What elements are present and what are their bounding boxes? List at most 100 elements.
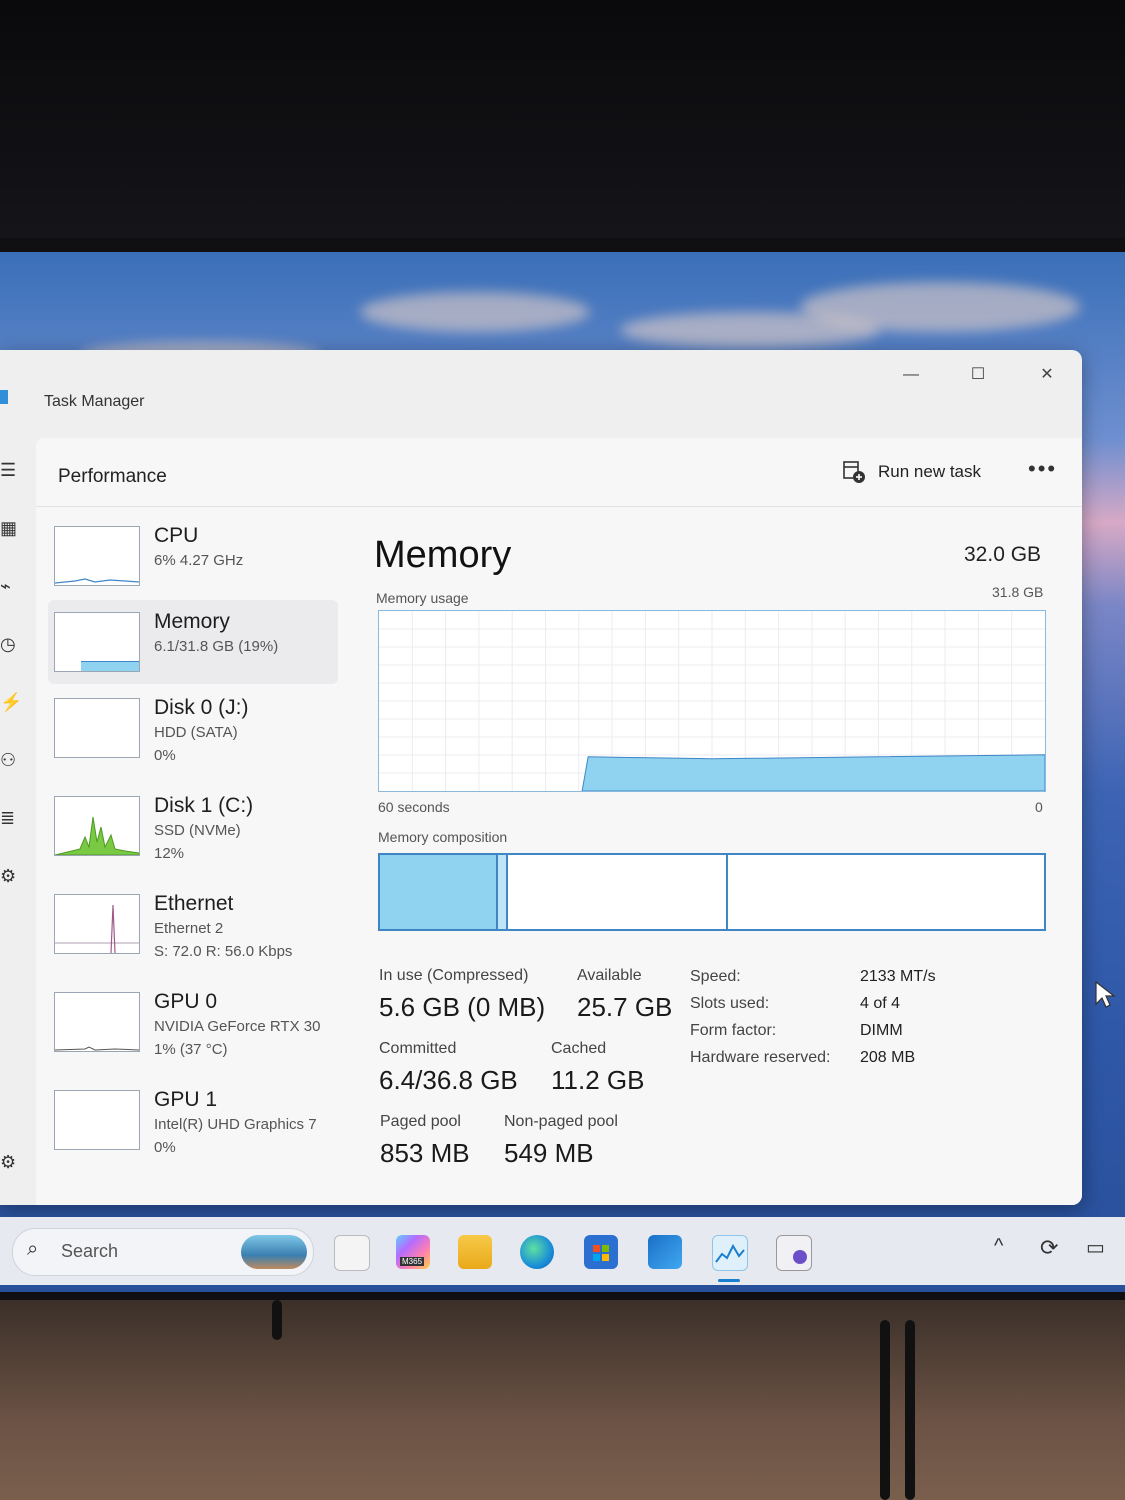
edge-browser-icon[interactable]	[520, 1235, 554, 1269]
microsoft-store-icon[interactable]	[584, 1235, 618, 1269]
header-divider	[36, 506, 1082, 507]
run-task-icon	[843, 461, 865, 483]
speed-label: Speed:	[690, 968, 741, 985]
in-use-value: 5.6 GB (0 MB)	[379, 992, 546, 1022]
device-item-gpu-0[interactable]: GPU 0 NVIDIA GeForce RTX 30 1% (37 °C)	[48, 980, 338, 1064]
device-item-memory[interactable]: Memory 6.1/31.8 GB (19%)	[48, 600, 338, 684]
slots-used-value: 4 of 4	[860, 995, 901, 1012]
device-detail: HDD (SATA)	[154, 724, 238, 741]
committed-value: 6.4/36.8 GB	[379, 1065, 518, 1095]
desktop-screen: Task Manager — ☐ ✕ ☰ ▦ ⌁ ◷ ⚡ ⚇ ≣ ⚙ ⚙ Per…	[0, 252, 1125, 1292]
microsoft-365-icon[interactable]: M365	[396, 1235, 430, 1269]
memory-usage-graph	[378, 610, 1046, 792]
app-history-icon[interactable]: ◷	[0, 634, 22, 656]
sync-icon[interactable]: ⟳	[1040, 1235, 1058, 1261]
device-detail: 6% 4.27 GHz	[154, 552, 244, 569]
memory-usage-area	[581, 754, 1046, 792]
memory-usage-svg	[379, 611, 1046, 792]
chevron-up-icon[interactable]: ^	[994, 1235, 1003, 1258]
committed-label: Committed	[379, 1040, 457, 1057]
composition-standby	[508, 855, 728, 929]
task-manager-taskbar-icon[interactable]	[712, 1235, 748, 1271]
memory-heading: Memory	[374, 534, 512, 576]
services-icon[interactable]: ⚙	[0, 866, 22, 888]
form-factor-value: DIMM	[860, 1022, 903, 1039]
memory-composition-bar	[378, 853, 1046, 931]
gpu0-thumbnail-graph	[54, 992, 140, 1052]
task-view-icon[interactable]	[334, 1235, 370, 1271]
installer-app-icon[interactable]	[776, 1235, 812, 1271]
device-usage: 0%	[154, 747, 176, 764]
graph-axis-right: 0	[1035, 799, 1043, 815]
hamburger-menu-icon[interactable]: ☰	[0, 460, 22, 482]
task-manager-window: Task Manager — ☐ ✕ ☰ ▦ ⌁ ◷ ⚡ ⚇ ≣ ⚙ ⚙ Per…	[0, 350, 1082, 1205]
device-detail: SSD (NVMe)	[154, 822, 241, 839]
cloud	[800, 282, 1080, 332]
startup-apps-icon[interactable]: ⚡	[0, 692, 22, 714]
device-name: Ethernet	[154, 892, 234, 915]
navigation-rail: ☰ ▦ ⌁ ◷ ⚡ ⚇ ≣ ⚙ ⚙	[0, 430, 34, 1205]
cpu-thumbnail-graph	[54, 526, 140, 586]
search-placeholder: Search	[61, 1241, 119, 1261]
performance-panel: Performance Run new task ••• CPU 6% 4.27…	[36, 438, 1082, 1205]
device-name: CPU	[154, 524, 199, 547]
search-icon: ⌕	[27, 1238, 39, 1260]
device-detail: NVIDIA GeForce RTX 30	[154, 1018, 321, 1035]
device-item-disk-1[interactable]: Disk 1 (C:) SSD (NVMe) 12%	[48, 784, 338, 868]
device-usage: 0%	[154, 1139, 176, 1156]
device-name: Disk 0 (J:)	[154, 696, 249, 719]
form-factor-label: Form factor:	[690, 1022, 777, 1039]
users-icon[interactable]: ⚇	[0, 750, 22, 772]
disk0-thumbnail-graph	[54, 698, 140, 758]
room-background-bottom	[0, 1300, 1125, 1500]
device-usage: 12%	[154, 845, 185, 862]
device-item-gpu-1[interactable]: GPU 1 Intel(R) UHD Graphics 7 0%	[48, 1078, 338, 1162]
hardware-reserved-label: Hardware reserved:	[690, 1049, 831, 1066]
cloud	[360, 292, 590, 332]
cached-label: Cached	[551, 1040, 607, 1057]
active-app-indicator	[718, 1279, 740, 1282]
device-detail: Intel(R) UHD Graphics 7	[154, 1116, 317, 1133]
details-icon[interactable]: ≣	[0, 808, 22, 830]
graph-axis-left: 60 seconds	[378, 799, 450, 815]
more-options-icon[interactable]: •••	[1028, 456, 1057, 482]
device-name: Memory	[154, 610, 230, 633]
display-icon[interactable]: ▭	[1086, 1235, 1105, 1260]
device-item-disk-0[interactable]: Disk 0 (J:) HDD (SATA) 0%	[48, 686, 338, 770]
memory-total: 32.0 GB	[964, 543, 1042, 566]
outlook-icon[interactable]	[648, 1235, 682, 1269]
cable	[880, 1320, 890, 1500]
file-explorer-icon[interactable]	[458, 1235, 492, 1269]
taskbar-search-box[interactable]: ⌕ Search	[12, 1228, 314, 1276]
speed-value: 2133 MT/s	[860, 968, 936, 985]
device-item-ethernet[interactable]: Ethernet Ethernet 2 S: 72.0 R: 56.0 Kbps	[48, 882, 338, 966]
non-paged-pool-value: 549 MB	[504, 1138, 594, 1168]
ethernet-thumbnail-graph	[54, 894, 140, 954]
device-name: Disk 1 (C:)	[154, 794, 254, 817]
maximize-button[interactable]: ☐	[955, 360, 1001, 390]
run-new-task-button[interactable]: Run new task	[842, 454, 981, 490]
device-throughput: S: 72.0 R: 56.0 Kbps	[154, 943, 293, 960]
processes-icon[interactable]: ▦	[0, 518, 22, 540]
performance-icon[interactable]: ⌁	[0, 576, 22, 598]
cable	[272, 1300, 282, 1340]
memory-composition-label: Memory composition	[378, 829, 508, 845]
window-title: Task Manager	[44, 393, 145, 410]
in-use-label: In use (Compressed)	[379, 967, 529, 984]
mouse-cursor-icon	[1095, 980, 1116, 1008]
search-highlight-image	[241, 1235, 307, 1269]
device-detail: Ethernet 2	[154, 920, 224, 937]
device-detail: 6.1/31.8 GB (19%)	[154, 638, 279, 655]
device-name: GPU 0	[154, 990, 218, 1013]
taskbar: ⌕ Search M365 ^ ⟳ ▭	[0, 1217, 1125, 1285]
available-value: 25.7 GB	[577, 992, 673, 1022]
minimize-button[interactable]: —	[888, 360, 934, 390]
memory-usage-label: Memory usage	[376, 590, 469, 606]
device-item-cpu[interactable]: CPU 6% 4.27 GHz	[48, 514, 338, 598]
device-usage: 1% (37 °C)	[154, 1041, 228, 1058]
settings-gear-icon[interactable]: ⚙	[0, 1152, 22, 1174]
composition-in-use	[380, 855, 498, 929]
close-button[interactable]: ✕	[1024, 360, 1070, 390]
page-title: Performance	[58, 466, 167, 487]
title-bar[interactable]: Task Manager — ☐ ✕	[0, 350, 1082, 430]
